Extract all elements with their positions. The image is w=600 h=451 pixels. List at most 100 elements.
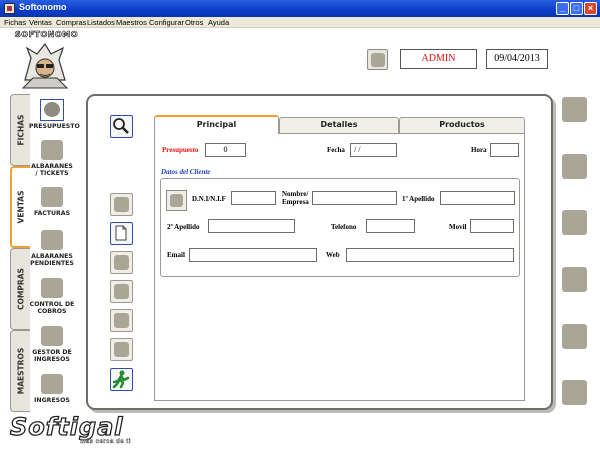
albaranes-tickets-icon (39, 138, 65, 162)
logo-word: SOFTONOMO (15, 30, 79, 40)
shortcut-albaranes-pendientes-label: ALBARANES PENDIENTES (30, 253, 74, 267)
shortcut-presupuesto[interactable]: PRESUPUESTO (29, 98, 80, 130)
right-action-4[interactable] (561, 266, 588, 293)
exit-figure-icon (112, 370, 130, 389)
movil-field[interactable] (470, 219, 514, 233)
gestor-ingresos-icon (39, 324, 65, 348)
document-icon (115, 225, 127, 241)
fecha-field[interactable]: / / (350, 143, 397, 157)
tab-ventas-label: VENTAS (16, 190, 26, 224)
dni-label: D.N.I/N.I.F (192, 195, 226, 203)
shortcut-albaranes-pendientes[interactable]: ALBARANES PENDIENTES (29, 228, 75, 267)
presupuesto-label: Presupuesto (162, 146, 199, 154)
shortcut-presupuesto-label: PRESUPUESTO (29, 123, 80, 130)
tab-maestros[interactable]: MAESTROS (10, 330, 30, 412)
email-label: Email (167, 251, 185, 259)
minimize-button[interactable]: _ (556, 2, 569, 15)
right-action-2[interactable] (561, 153, 588, 180)
shortcut-albaranes-tickets[interactable]: ALBARANES / TICKETS (29, 138, 75, 177)
search-button[interactable] (110, 115, 133, 138)
email-field[interactable] (189, 248, 317, 262)
apellido2-field[interactable] (208, 219, 295, 233)
web-label: Web (326, 251, 340, 259)
header-action-icon[interactable] (367, 49, 388, 70)
nombre-label-2: Empresa (282, 198, 309, 206)
shortcut-facturas-label: FACTURAS (33, 210, 71, 217)
tab-fichas[interactable]: FICHAS (10, 94, 30, 166)
maximize-button[interactable]: □ (570, 2, 583, 15)
ventas-shortcuts: PRESUPUESTO ALBARANES / TICKETS FACTURAS… (29, 94, 80, 412)
movil-label: Movil (449, 223, 467, 231)
new-document-button[interactable] (110, 222, 133, 245)
exit-button[interactable] (110, 368, 133, 391)
app-logo: SOFTONOMO (15, 30, 79, 90)
current-user-field: ADMIN (400, 49, 477, 69)
window-title: Softonomo (19, 2, 67, 12)
hora-field[interactable] (490, 143, 519, 157)
menu-configurar[interactable]: Configurar (149, 18, 184, 27)
toolbar-button-4[interactable] (110, 309, 133, 332)
apellido1-label: 1º Apellido (402, 195, 435, 203)
right-action-6[interactable] (561, 379, 588, 406)
menu-otros[interactable]: Otros (185, 18, 203, 27)
tab-ventas[interactable]: VENTAS (10, 166, 30, 248)
tab-productos[interactable]: Productos (399, 117, 525, 133)
apellido2-label: 2º Apellido (167, 223, 200, 231)
apellido1-field[interactable] (440, 191, 515, 205)
client-group-title: Datos del Cliente (161, 168, 211, 176)
app-icon (4, 3, 15, 14)
tab-compras[interactable]: COMPRAS (10, 248, 30, 330)
shortcut-albaranes-tickets-label: ALBARANES / TICKETS (31, 163, 73, 177)
right-action-3[interactable] (561, 209, 588, 236)
shortcut-gestor-ingresos-label: GESTOR DE INGRESOS (32, 349, 72, 363)
shortcut-control-cobros[interactable]: CONTROL DE COBROS (29, 276, 75, 315)
shortcut-facturas[interactable]: FACTURAS (29, 185, 75, 217)
tab-compras-label: COMPRAS (16, 268, 25, 310)
window-titlebar[interactable]: Softonomo _ □ × (0, 0, 600, 17)
tab-fichas-label: FICHAS (16, 114, 25, 146)
hora-label: Hora (471, 146, 487, 154)
presupuesto-field[interactable]: 0 (205, 143, 246, 157)
shortcut-ingresos-label: INGRESOS (34, 397, 70, 404)
nombre-label-1: Nombre/ (282, 190, 309, 198)
control-cobros-icon (39, 276, 65, 300)
form-tabs: Principal Detalles Productos (154, 115, 525, 134)
footer-slogan: más cerca de ti (80, 439, 131, 445)
menu-compras[interactable]: Compras (56, 18, 86, 27)
tab-detalles[interactable]: Detalles (279, 117, 399, 133)
dni-field[interactable] (231, 191, 276, 205)
footer-brand-logo: Softigal más cerca de ti (9, 413, 130, 445)
current-date-field: 09/04/2013 (486, 49, 548, 69)
tab-maestros-label: MAESTROS (16, 347, 25, 395)
mascot-icon (21, 42, 69, 89)
telefono-label: Telefono (331, 223, 357, 231)
toolbar-button-5[interactable] (110, 338, 133, 361)
albaranes-pendientes-icon (39, 228, 65, 252)
nombre-empresa-field[interactable] (312, 191, 397, 205)
menu-fichas[interactable]: Fichas (4, 18, 26, 27)
fecha-label: Fecha (327, 146, 345, 154)
menu-maestros[interactable]: Maestros (116, 18, 147, 27)
right-action-5[interactable] (561, 323, 588, 350)
shortcut-ingresos[interactable]: INGRESOS (29, 372, 75, 404)
toolbar-button-2[interactable] (110, 251, 133, 274)
presupuesto-icon (39, 98, 65, 122)
toolbar-button-3[interactable] (110, 280, 133, 303)
ingresos-icon (39, 372, 65, 396)
menu-bar: Fichas Ventas Compras Listados Maestros … (0, 17, 600, 28)
right-action-1[interactable] (561, 96, 588, 123)
tab-principal[interactable]: Principal (154, 115, 279, 134)
telefono-field[interactable] (366, 219, 415, 233)
shortcut-gestor-ingresos[interactable]: GESTOR DE INGRESOS (29, 324, 75, 363)
shortcut-control-cobros-label: CONTROL DE COBROS (29, 301, 75, 315)
web-field[interactable] (346, 248, 514, 262)
menu-listados[interactable]: Listados (87, 18, 115, 27)
menu-ventas[interactable]: Ventas (29, 18, 52, 27)
search-icon (113, 118, 129, 134)
client-lookup-button[interactable] (166, 190, 187, 211)
menu-ayuda[interactable]: Ayuda (208, 18, 229, 27)
facturas-icon (39, 185, 65, 209)
footer-brand-word: Softigal (9, 413, 124, 441)
toolbar-button-1[interactable] (110, 193, 133, 216)
close-button[interactable]: × (584, 2, 597, 15)
